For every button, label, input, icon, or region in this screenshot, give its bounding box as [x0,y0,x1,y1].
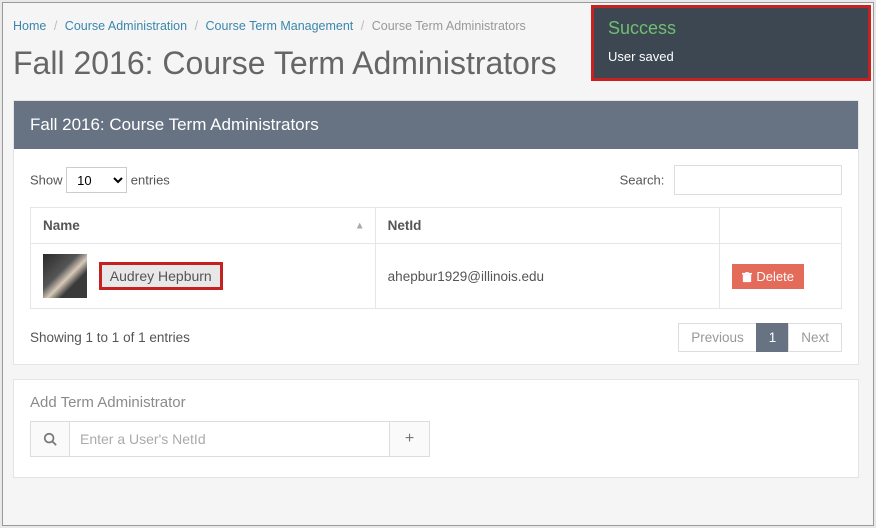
show-label-pre: Show [30,173,63,188]
pager: Previous 1 Next [679,323,842,352]
pager-prev[interactable]: Previous [678,323,757,352]
trash-icon [742,271,752,282]
col-header-actions [720,208,842,244]
breadcrumb-term-mgmt[interactable]: Course Term Management [206,19,354,33]
breadcrumb-sep: / [195,19,198,33]
breadcrumb-sep: / [54,19,57,33]
show-label-post: entries [131,173,170,188]
length-control: Show 10 entries [30,167,170,193]
col-header-name-label: Name [43,218,80,233]
search-label: Search: [620,173,665,188]
toast-title: Success [608,18,854,39]
admins-panel: Fall 2016: Course Term Administrators Sh… [13,100,859,365]
table-info: Showing 1 to 1 of 1 entries [30,330,190,345]
plus-icon: + [405,430,414,448]
sort-asc-icon: ▲ [355,220,365,231]
admins-table: Name ▲ NetId [30,207,842,309]
col-header-netid-label: NetId [388,218,422,233]
table-row: Audrey Hepburn ahepbur1929@illinois.edu … [31,244,842,309]
length-select[interactable]: 10 [66,167,127,193]
breadcrumb-home[interactable]: Home [13,19,46,33]
panel-header: Fall 2016: Course Term Administrators [14,101,858,149]
add-admin-title: Add Term Administrator [30,394,842,411]
user-netid: ahepbur1929@illinois.edu [375,244,720,309]
delete-label: Delete [756,269,794,284]
add-button[interactable]: + [390,421,430,457]
search-icon [30,421,70,457]
search-control: Search: [620,165,842,195]
breadcrumb-current: Course Term Administrators [372,19,526,33]
add-admin-panel: Add Term Administrator + [13,379,859,478]
col-header-netid[interactable]: NetId [375,208,720,244]
toast-success: Success User saved [591,5,871,81]
breadcrumb-course-admin[interactable]: Course Administration [65,19,187,33]
user-name[interactable]: Audrey Hepburn [99,262,223,290]
search-input[interactable] [674,165,842,195]
breadcrumb-sep: / [361,19,364,33]
delete-button[interactable]: Delete [732,264,804,289]
toast-message: User saved [608,49,854,64]
app-window: Success User saved Home / Course Adminis… [2,2,874,526]
add-admin-input-group: + [30,421,430,457]
col-header-name[interactable]: Name ▲ [31,208,376,244]
netid-input[interactable] [70,421,390,457]
avatar [43,254,87,298]
pager-page-1[interactable]: 1 [756,323,790,352]
pager-next[interactable]: Next [788,323,842,352]
